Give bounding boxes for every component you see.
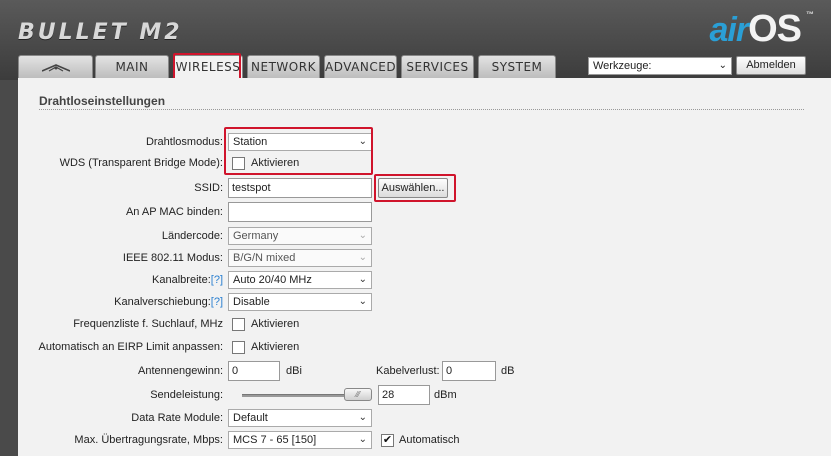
- tools-select[interactable]: Werkzeuge: ⌄: [588, 57, 732, 75]
- tx-power-input[interactable]: 28: [378, 385, 430, 405]
- device-brand: BULLET M2: [18, 20, 183, 45]
- wireless-mode-label: Drahtlosmodus:: [145, 136, 223, 148]
- select-ssid-button[interactable]: Auswählen...: [378, 178, 448, 198]
- row-channel-shift: Kanalverschiebung:[?] Disable ⌄: [18, 292, 818, 312]
- freq-list-label: Frequenzliste f. Suchlauf, MHz: [73, 318, 223, 330]
- chevron-down-icon: ⌄: [358, 136, 367, 147]
- max-rate-value: MCS 7 - 65 [150]: [233, 434, 317, 446]
- ap-mac-label: An AP MAC binden:: [125, 206, 223, 218]
- antenna-gain-input[interactable]: 0: [228, 361, 280, 381]
- tools-select-value: Werkzeuge:: [593, 60, 652, 72]
- chevron-down-icon: ⌄: [358, 252, 367, 263]
- country-label: Ländercode:: [161, 230, 223, 242]
- content-panel: Drahtloseinstellungen Drahtlosmodus: Sta…: [18, 78, 831, 456]
- antenna-gain-label: Antennengewinn:: [137, 365, 223, 377]
- country-value: Germany: [233, 230, 279, 242]
- chevron-down-icon: ⌄: [358, 274, 367, 285]
- max-rate-auto-checkbox[interactable]: ✔: [381, 434, 394, 447]
- country-select[interactable]: Germany ⌄: [228, 227, 372, 245]
- row-freq-list: Frequenzliste f. Suchlauf, MHz Aktiviere…: [18, 314, 818, 334]
- row-ssid: SSID: testspot Auswählen...: [18, 178, 818, 198]
- cable-loss-label: Kabelverlust:: [376, 365, 440, 377]
- row-country: Ländercode: Germany ⌄: [18, 226, 818, 246]
- row-channel-width: Kanalbreite:[?] Auto 20/40 MHz ⌄: [18, 270, 818, 290]
- channel-width-label-text: Kanalbreite:: [152, 274, 211, 286]
- channel-shift-help-link[interactable]: [?]: [211, 296, 223, 308]
- eirp-checkbox-label: Aktivieren: [251, 341, 300, 353]
- tx-power-unit: dBm: [434, 389, 457, 401]
- row-ieee-mode: IEEE 802.11 Modus: B/G/N mixed ⌄: [18, 248, 818, 268]
- airos-logo-tm: ™: [806, 10, 814, 19]
- chevron-down-icon: ⌄: [358, 296, 367, 307]
- freq-list-checkbox[interactable]: [232, 318, 245, 331]
- row-wireless-mode: Drahtlosmodus: Station ⌄: [18, 132, 818, 152]
- max-rate-label: Max. Übertragungsrate, Mbps:: [74, 434, 223, 446]
- tab-wireless[interactable]: WIRELESS: [173, 55, 243, 80]
- channel-shift-value: Disable: [233, 296, 270, 308]
- data-rate-module-select[interactable]: Default ⌄: [228, 409, 372, 427]
- ap-mac-input[interactable]: [228, 202, 372, 222]
- wds-checkbox-label: Aktivieren: [251, 157, 300, 169]
- eirp-label: Automatisch an EIRP Limit anpassen:: [38, 341, 223, 353]
- data-rate-module-label: Data Rate Module:: [131, 412, 223, 424]
- logout-button[interactable]: Abmelden: [736, 56, 806, 75]
- eirp-checkbox[interactable]: [232, 341, 245, 354]
- max-rate-auto-label: Automatisch: [399, 434, 460, 446]
- row-tx-power: Sendeleistung: ⁄⁄⁄ 28 dBm: [18, 385, 818, 405]
- row-data-rate-module: Data Rate Module: Default ⌄: [18, 408, 818, 428]
- freq-list-checkbox-label: Aktivieren: [251, 318, 300, 330]
- row-max-rate: Max. Übertragungsrate, Mbps: MCS 7 - 65 …: [18, 430, 818, 450]
- cable-loss-input[interactable]: 0: [442, 361, 496, 381]
- channel-shift-select[interactable]: Disable ⌄: [228, 293, 372, 311]
- airos-logo-os: OS: [748, 8, 802, 50]
- row-ap-mac: An AP MAC binden:: [18, 202, 818, 222]
- cable-loss-unit: dB: [501, 365, 515, 377]
- data-rate-module-value: Default: [233, 412, 268, 424]
- channel-width-value: Auto 20/40 MHz: [233, 274, 312, 286]
- ssid-label: SSID:: [194, 182, 223, 194]
- chevron-down-icon: ⌄: [358, 230, 367, 241]
- channel-width-label: Kanalbreite:[?]: [152, 270, 223, 290]
- airos-logo: airOS ™: [709, 8, 815, 51]
- wireless-mode-select[interactable]: Station ⌄: [228, 133, 372, 151]
- row-antenna-gain: Antennengewinn: 0 dBi Kabelverlust: 0 dB: [18, 361, 818, 381]
- ssid-input[interactable]: testspot: [228, 178, 372, 198]
- wds-checkbox[interactable]: [232, 157, 245, 170]
- chevron-down-icon: ⌄: [358, 412, 367, 423]
- ieee-mode-select[interactable]: B/G/N mixed ⌄: [228, 249, 372, 267]
- ieee-mode-label: IEEE 802.11 Modus:: [122, 252, 223, 264]
- tab-main[interactable]: MAIN: [95, 55, 169, 78]
- tx-power-label: Sendeleistung:: [150, 389, 223, 401]
- row-eirp: Automatisch an EIRP Limit anpassen: Akti…: [18, 337, 818, 357]
- tab-services[interactable]: SERVICES: [401, 55, 474, 78]
- antenna-gain-unit: dBi: [286, 365, 302, 377]
- tab-system[interactable]: SYSTEM: [478, 55, 556, 78]
- channel-shift-label-text: Kanalverschiebung:: [114, 296, 211, 308]
- row-wds: WDS (Transparent Bridge Mode): Aktiviere…: [18, 153, 818, 173]
- check-mark-icon: ✔: [382, 434, 393, 446]
- section-divider: [39, 109, 804, 110]
- airos-logo-air: air: [709, 11, 750, 49]
- ieee-mode-value: B/G/N mixed: [233, 252, 296, 264]
- max-rate-select[interactable]: MCS 7 - 65 [150] ⌄: [228, 431, 372, 449]
- section-title: Drahtloseinstellungen: [39, 94, 166, 108]
- tab-advanced[interactable]: ADVANCED: [324, 55, 397, 78]
- chevron-down-icon: ⌄: [718, 60, 727, 71]
- chevron-down-icon: ⌄: [358, 434, 367, 445]
- wireless-mode-value: Station: [233, 136, 268, 148]
- ubiquiti-logo-icon: [41, 58, 70, 72]
- channel-shift-label: Kanalverschiebung:[?]: [114, 292, 223, 312]
- channel-width-help-link[interactable]: [?]: [211, 274, 223, 286]
- channel-width-select[interactable]: Auto 20/40 MHz ⌄: [228, 271, 372, 289]
- tx-power-slider-thumb[interactable]: ⁄⁄⁄: [344, 388, 372, 401]
- tab-home-logo[interactable]: [18, 55, 93, 78]
- wds-label: WDS (Transparent Bridge Mode):: [59, 157, 223, 169]
- tab-network[interactable]: NETWORK: [247, 55, 320, 78]
